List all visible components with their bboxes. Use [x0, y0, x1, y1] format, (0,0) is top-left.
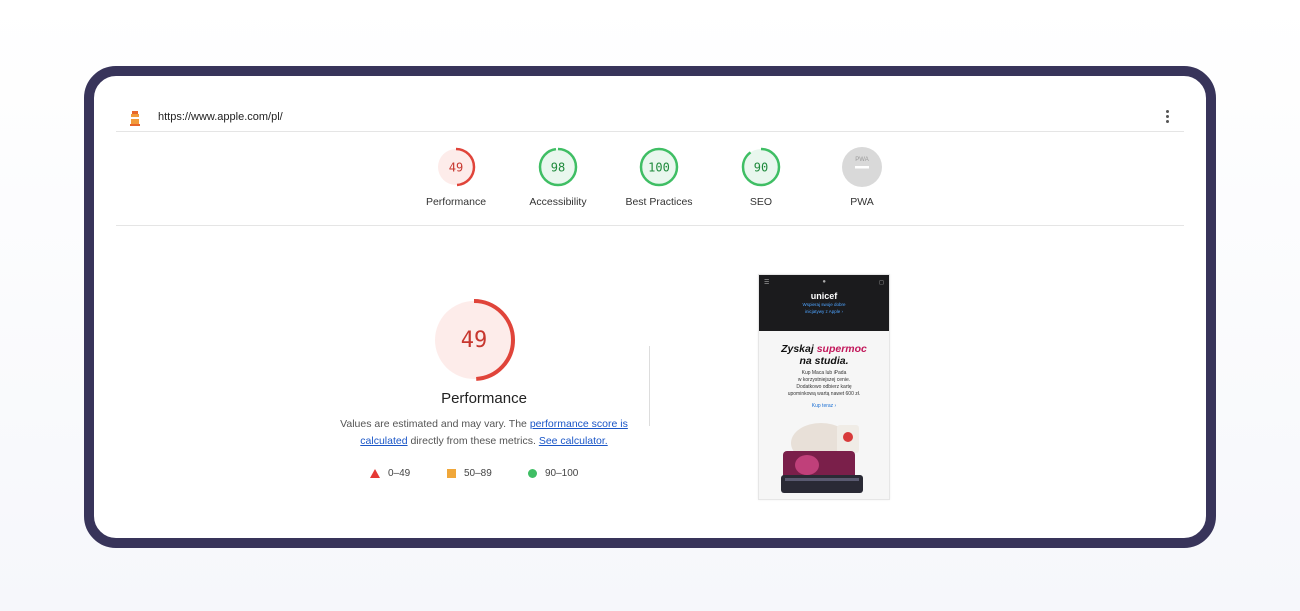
gauge-ring: 49: [436, 147, 476, 187]
gauge-ring: 90: [741, 147, 781, 187]
legend-item-average: 50–89: [447, 468, 492, 479]
gauge-ring: PWA: [842, 147, 882, 187]
hero-headline-2: na studia.: [799, 355, 849, 367]
desc-prefix: Values are estimated and may vary. The: [340, 418, 530, 430]
gauge-score: 49: [449, 161, 463, 175]
legend-item-fail: 0–49: [370, 468, 410, 479]
legend-item-pass: 90–100: [528, 468, 578, 479]
performance-big-gauge: 49: [433, 299, 515, 381]
gauge-score: 98: [551, 161, 565, 175]
hero-body-3: Dodatkowo odbierz kartę: [796, 384, 852, 390]
gauge-label: PWA: [850, 196, 874, 208]
gauge-performance[interactable]: 49 Performance: [406, 146, 506, 208]
device-frame: https://www.apple.com/pl/ 49 Performance 9…: [84, 66, 1216, 548]
gauge-ring: 98: [538, 147, 578, 187]
score-legend: 0–49 50–89 90–100: [370, 468, 630, 484]
gauge-pwa[interactable]: PWA PWA: [812, 146, 912, 208]
gauge-label: Best Practices: [625, 196, 693, 208]
lighthouse-icon: [130, 111, 140, 126]
legend-range: 0–49: [388, 468, 411, 479]
pwa-badge-text: PWA: [855, 157, 868, 163]
screenshot-hero: Zyskaj supermoc na studia. Kup Maca lub …: [759, 331, 889, 409]
devices-image: [781, 423, 863, 493]
see-calculator-link[interactable]: See calculator.: [539, 435, 608, 447]
vertical-divider: [649, 346, 650, 426]
big-gauge-score: 49: [461, 328, 488, 353]
hero-body-2: w korzystniejszej cenie.: [797, 377, 851, 383]
bag-icon: ◻: [879, 279, 884, 286]
final-screenshot[interactable]: ☰ ● ◻ unicef Wspieraj swoje dobre inicja…: [758, 274, 890, 500]
triangle-icon: [370, 469, 380, 478]
more-options-icon[interactable]: [1160, 108, 1174, 126]
circle-icon: [528, 469, 537, 478]
hero-body-1: Kup Maca lub iPada: [801, 370, 847, 376]
report-topbar: https://www.apple.com/pl/: [116, 104, 1184, 132]
gauge-label: Accessibility: [529, 196, 587, 208]
screenshot-nav: ☰ ● ◻: [759, 275, 889, 289]
unicef-sub-1: Wspieraj swoje dobre: [802, 302, 846, 307]
gauge-accessibility[interactable]: 98 Accessibility: [508, 146, 608, 208]
gauge-label: Performance: [425, 196, 487, 208]
unicef-brand: unicef: [810, 291, 838, 301]
legend-range: 90–100: [545, 468, 579, 479]
gauge-seo[interactable]: 90 SEO: [711, 146, 811, 208]
unicef-sub-2: inicjatywy z Apple ›: [804, 309, 843, 314]
screenshot-banner: ☰ ● ◻ unicef Wspieraj swoje dobre inicja…: [759, 275, 889, 331]
category-gauges: 49 Performance 98 Accessibility 100 Best Prac…: [116, 136, 1184, 226]
menu-icon: ☰: [764, 279, 770, 286]
report-url: https://www.apple.com/pl/: [158, 111, 283, 123]
hero-headline: Zyskaj supermoc: [781, 343, 867, 355]
hero-cta: Kup teraz ›: [811, 403, 837, 409]
square-icon: [447, 469, 456, 478]
gauge-best-practices[interactable]: 100 Best Practices: [609, 146, 709, 208]
desc-middle: directly from these metrics.: [407, 435, 539, 447]
legend-range: 50–89: [464, 468, 492, 479]
gauge-score: 100: [648, 161, 670, 175]
performance-description: Values are estimated and may vary. The p…: [324, 416, 644, 450]
gauge-ring: 100: [639, 147, 679, 187]
performance-section: 49 Performance Values are estimated and …: [94, 226, 1206, 538]
performance-title: Performance: [441, 390, 527, 407]
hero-body-4: upominkową wartą nawet 600 zł.: [787, 391, 861, 397]
gauge-score: 90: [754, 161, 768, 175]
pwa-dash-icon: [855, 166, 869, 169]
gauge-label: SEO: [749, 196, 773, 208]
apple-logo-icon: ●: [822, 279, 827, 285]
